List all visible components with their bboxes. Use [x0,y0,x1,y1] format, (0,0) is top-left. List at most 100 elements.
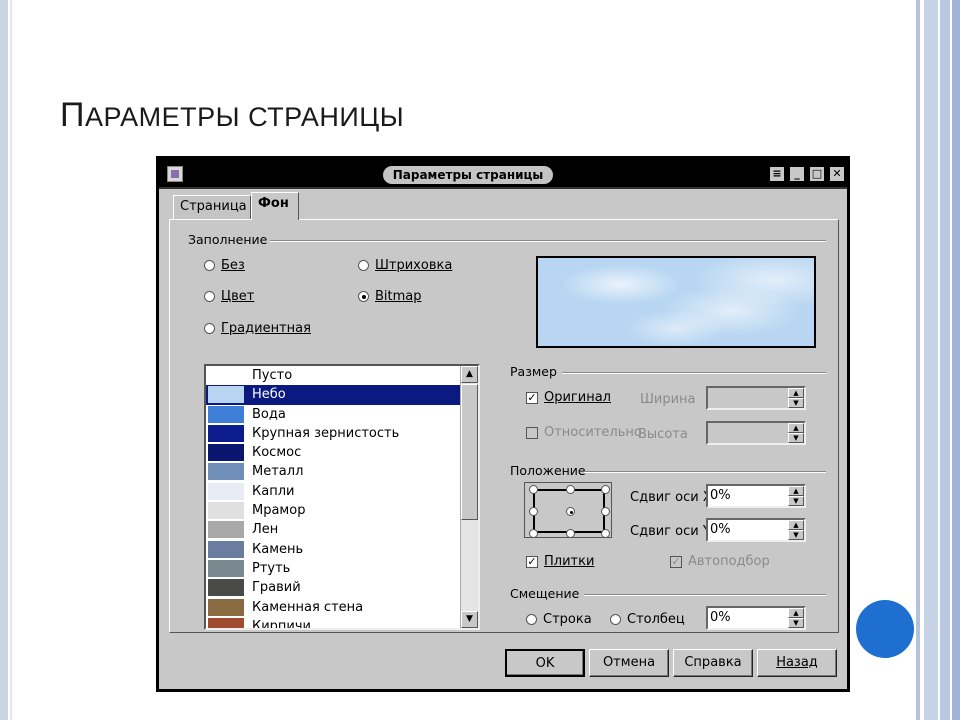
radio-indicator [358,291,369,302]
offset-y-label: Сдвиг оси Y [630,524,711,539]
position-group-label: Положение [510,463,586,478]
fill-group-divider [270,240,826,242]
offset-column-radio[interactable]: Столбец [610,612,685,627]
bitmap-swatch [208,540,244,558]
position-right[interactable] [601,507,610,516]
radio-indicator [526,614,537,625]
scroll-thumb[interactable] [461,384,478,520]
list-item-label: Каменная стена [252,599,364,615]
scroll-up-icon[interactable]: ▲ [461,366,478,383]
list-scrollbar[interactable]: ▲ ▼ [460,366,478,628]
fill-hatching-radio[interactable]: Штриховка [358,258,452,273]
minimize-icon[interactable]: _ [789,166,805,182]
fill-gradient-radio[interactable]: Градиентная [204,321,311,336]
radio-indicator [358,260,369,271]
position-group-divider [584,471,826,473]
fill-bitmap-radio[interactable]: Bitmap [358,289,422,304]
fill-color-radio[interactable]: Цвет [204,289,254,304]
list-item[interactable]: Кирпичи [206,617,478,628]
original-checkbox[interactable]: ✓ Оригинал [526,390,611,405]
radio-indicator [610,614,621,625]
tab-background[interactable]: Фон [251,192,299,220]
bitmap-swatch [208,579,244,597]
tab-page[interactable]: Страница [173,195,251,219]
fill-none-radio[interactable]: Без [204,258,245,273]
page-settings-dialog: Параметры страницы ≡ _ □ ✕ Страница Фон … [156,156,850,692]
height-spinner[interactable]: ▲ ▼ [788,423,804,443]
checkbox-indicator: ✓ [526,554,538,568]
width-spinner[interactable]: ▲ ▼ [788,388,804,408]
offset-x-spinner[interactable]: ▲ ▼ [788,486,804,506]
app-icon[interactable] [167,166,183,182]
bitmap-listbox[interactable]: Пусто Небо Вода Крупная зернистость Космос Ме… [204,364,480,630]
position-top[interactable] [566,485,575,494]
list-item-label: Ртуть [252,560,291,576]
help-button[interactable]: Справка [673,649,753,677]
dialog-titlebar[interactable]: Параметры страницы ≡ _ □ ✕ [159,159,847,189]
offset-y-field[interactable]: 0% ▲ ▼ [706,518,806,542]
list-item[interactable]: Камень [206,540,478,559]
slide-left-border [0,0,8,720]
slide-right-border [916,0,960,720]
fill-group-label: Заполнение [188,232,268,247]
dialog-button-row: OK Отмена Справка Назад [159,639,847,689]
width-field[interactable]: ▲ ▼ [706,386,806,410]
list-item[interactable]: Небо [206,385,478,405]
list-item-label: Небо [252,387,286,403]
offset-value-field[interactable]: 0% ▲ ▼ [706,606,806,630]
autofit-checkbox[interactable]: ✓ Автоподбор [670,554,770,569]
list-item-label: Камень [252,541,304,557]
ok-button[interactable]: OK [505,649,585,677]
list-item-label: Гравий [252,580,301,596]
position-top-left[interactable] [529,485,538,494]
position-top-right[interactable] [601,485,610,494]
maximize-icon[interactable]: □ [809,166,825,182]
offset-group-label: Смещение [510,586,580,601]
back-button[interactable]: Назад [757,649,837,677]
list-item-label: Вода [252,406,286,422]
list-item[interactable]: Крупная зернистость [206,424,478,443]
position-center[interactable] [566,507,575,516]
list-item[interactable]: Мрамор [206,501,478,520]
position-left[interactable] [529,507,538,516]
list-item[interactable]: Ртуть [206,559,478,578]
scroll-down-icon[interactable]: ▼ [461,611,478,628]
radio-indicator [204,291,215,302]
offset-y-spinner[interactable]: ▲ ▼ [788,520,804,540]
list-item-label: Космос [252,445,302,461]
list-item[interactable]: Гравий [206,578,478,597]
height-label: Высота [638,427,688,442]
size-group-label: Размер [510,364,557,379]
list-item[interactable]: Капли [206,482,478,501]
width-label: Ширина [640,392,696,407]
bitmap-swatch [208,598,244,616]
bitmap-list-items: Пусто Небо Вода Крупная зернистость Космос Ме… [206,366,478,628]
list-item[interactable]: Вода [206,405,478,424]
window-menu-icon[interactable]: ≡ [769,166,785,182]
bitmap-swatch [208,521,244,539]
offset-x-field[interactable]: 0% ▲ ▼ [706,484,806,508]
height-field[interactable]: ▲ ▼ [706,421,806,445]
offset-value-spinner[interactable]: ▲ ▼ [788,608,804,628]
list-item-label: Крупная зернистость [252,425,400,441]
list-item[interactable]: Космос [206,443,478,462]
list-item[interactable]: Каменная стена [206,598,478,617]
checkbox-indicator: ✓ [670,554,682,568]
position-bottom[interactable] [566,529,575,538]
position-bottom-left[interactable] [529,529,538,538]
relative-checkbox[interactable]: Относительно [526,425,642,440]
slide-title: ПАРАМЕТРЫ СТРАНИЦЫ [60,96,405,134]
close-icon[interactable]: ✕ [829,166,845,182]
position-bottom-right[interactable] [601,529,610,538]
cancel-button[interactable]: Отмена [589,649,669,677]
list-item[interactable]: Пусто [206,366,478,385]
bitmap-swatch [208,386,244,404]
tile-checkbox[interactable]: ✓ Плитки [526,554,594,569]
offset-row-radio[interactable]: Строка [526,612,592,627]
list-item-label: Мрамор [252,503,306,519]
list-item[interactable]: Лен [206,520,478,539]
bitmap-swatch [208,405,244,423]
list-item[interactable]: Металл [206,462,478,481]
bitmap-swatch [208,367,244,384]
position-grid[interactable] [524,482,612,538]
